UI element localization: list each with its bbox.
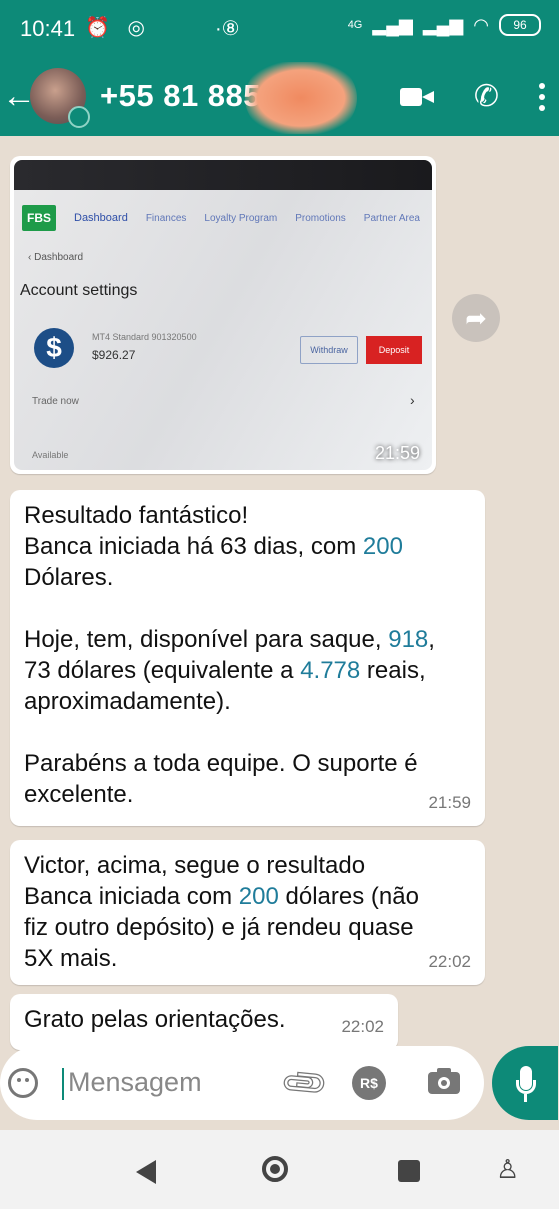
message-line: Hoje, tem, disponível para saque, 918, <box>24 626 435 653</box>
notification-icon: ·⑧ <box>215 18 240 40</box>
message-line: Resultado fantástico! <box>24 502 249 529</box>
message-line: Grato pelas orientações. <box>24 1006 286 1033</box>
nav-home-icon[interactable] <box>262 1156 288 1182</box>
message-line: Banca iniciada com 200 dólares (não <box>24 883 419 910</box>
photo-account-line: MT4 Standard 901320500 <box>92 332 197 342</box>
message-line: Victor, acima, segue o resultado <box>24 852 366 879</box>
photo-deposit: Deposit <box>366 336 422 364</box>
signal-icon-2: ▂▄▆ <box>422 14 464 35</box>
more-vert-icon[interactable] <box>539 83 545 111</box>
message-line: aproximadamente). <box>24 688 231 715</box>
nav-partner: Partner Area <box>363 212 420 224</box>
photo-trade-now: Trade now <box>32 396 79 407</box>
photo-attachment[interactable]: FBS Dashboard Finances Loyalty Program P… <box>14 160 432 470</box>
nav-finances: Finances <box>145 212 187 224</box>
alarm-icon: ⏰ ◎ <box>85 17 151 39</box>
dollar-icon: $ <box>34 328 74 368</box>
contact-name[interactable]: +55 81 885 <box>100 78 261 114</box>
status-time: 10:41 <box>20 16 76 41</box>
fbs-nav: FBS Dashboard Finances Loyalty Program P… <box>22 204 432 232</box>
message-timestamp: 21:59 <box>428 793 471 812</box>
message-line: Parabéns a toda equipe. O suporte é <box>24 750 418 777</box>
emoji-icon[interactable] <box>8 1068 38 1098</box>
photo-breadcrumb: ‹ Dashboard <box>28 252 84 263</box>
attach-icon[interactable]: 📎︎ <box>277 1055 333 1110</box>
wifi-icon: ◠ <box>473 14 489 35</box>
network-type: 4G <box>347 19 363 31</box>
message-line: Banca iniciada há 63 dias, com 200 <box>24 533 403 560</box>
message-line: 5X mais. <box>24 945 118 972</box>
nav-dashboard: Dashboard <box>74 212 128 224</box>
nav-loyalty: Loyalty Program <box>204 212 278 224</box>
camera-icon[interactable] <box>428 1068 460 1094</box>
fbs-logo: FBS <box>22 205 56 231</box>
composer: 📎︎ R$ <box>0 1040 559 1130</box>
nav-back-icon[interactable] <box>136 1160 156 1184</box>
status-right-icons: 4G ▂▄▆ ▂▄▆ ◠ 96 <box>348 14 541 36</box>
photo-withdraw: Withdraw <box>300 336 358 364</box>
forward-icon[interactable]: ➦ <box>452 294 500 342</box>
message-input-container[interactable]: 📎︎ R$ <box>0 1046 484 1120</box>
header-actions: ✆ <box>399 82 545 112</box>
system-nav-bar: ♙ <box>0 1130 559 1209</box>
message-line: excelente. <box>24 781 134 808</box>
nav-promotions: Promotions <box>295 212 346 224</box>
message-input[interactable] <box>66 1066 270 1099</box>
message-bubble[interactable]: Resultado fantástico! Banca iniciada há … <box>10 490 485 826</box>
message-line: Dólares. <box>24 564 114 591</box>
chevron-right-icon: › <box>410 392 415 408</box>
photo-page-title: Account settings <box>20 282 138 299</box>
chat-header: ← +55 81 885 ✆ <box>0 60 559 136</box>
message-timestamp: 22:02 <box>341 1017 384 1036</box>
battery-icon: 96 <box>499 14 541 36</box>
mic-button[interactable] <box>492 1046 558 1120</box>
chat-area: FBS Dashboard Finances Loyalty Program P… <box>0 136 559 1056</box>
video-call-icon[interactable] <box>399 84 434 110</box>
image-timestamp: 21:59 <box>374 443 420 463</box>
status-badge <box>68 106 90 128</box>
message-line: 73 dólares (equivalente a 4.778 reais, <box>24 657 426 684</box>
text-caret <box>62 1068 64 1100</box>
photo-balance: $926.27 <box>92 348 136 362</box>
accessibility-icon[interactable]: ♙ <box>496 1154 519 1185</box>
redaction-blur <box>245 62 357 134</box>
photo-browser-bar <box>14 160 432 190</box>
status-bar: 10:41 ⏰ ◎ ·⑧ 4G ▂▄▆ ▂▄▆ ◠ 96 <box>0 0 559 60</box>
message-bubble[interactable]: Victor, acima, segue o resultado Banca i… <box>10 840 485 985</box>
signal-icon: ▂▄▆ <box>372 14 413 35</box>
payment-icon[interactable]: R$ <box>352 1066 386 1100</box>
image-message[interactable]: FBS Dashboard Finances Loyalty Program P… <box>10 156 436 474</box>
phone-icon[interactable]: ✆ <box>474 82 499 112</box>
photo-available: Available <box>32 450 69 460</box>
message-timestamp: 22:02 <box>428 952 471 971</box>
message-line: fiz outro depósito) e já rendeu quase <box>24 914 414 941</box>
nav-recents-icon[interactable] <box>398 1160 420 1182</box>
